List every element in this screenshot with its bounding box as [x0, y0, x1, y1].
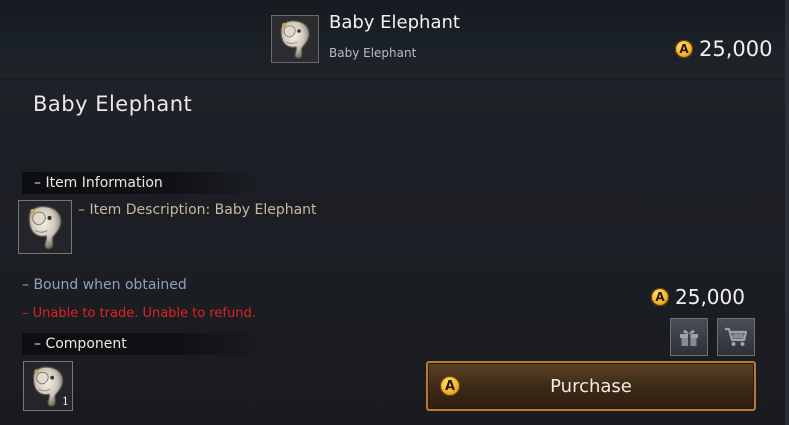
item-info-slot [18, 200, 72, 254]
header-item-slot [271, 15, 319, 63]
elephant-mask-icon [28, 205, 62, 250]
header-price: A 25,000 [675, 37, 772, 61]
gift-button[interactable] [670, 318, 708, 356]
header-price-value: 25,000 [699, 37, 773, 61]
purchase-price: A 25,000 [651, 285, 745, 309]
currency-coin-icon: A [651, 288, 669, 306]
item-name: Baby Elephant [33, 92, 193, 116]
purchase-button[interactable]: A Purchase [426, 361, 756, 411]
component-heading: – Component [22, 333, 262, 355]
add-to-cart-button[interactable] [717, 318, 755, 356]
purchase-button-label: Purchase [550, 375, 632, 397]
component-quantity: 1 [62, 395, 69, 408]
item-information-heading: – Item Information [22, 172, 262, 194]
currency-coin-icon: A [675, 40, 693, 58]
purchase-price-value: 25,000 [675, 285, 745, 309]
elephant-mask-icon [280, 20, 310, 59]
header-subtitle: Baby Elephant [329, 46, 417, 60]
gift-icon [680, 330, 698, 346]
component-slot[interactable]: 1 [23, 361, 73, 411]
trade-restriction-notice: – Unable to trade. Unable to refund. [22, 306, 256, 321]
header-title: Baby Elephant [329, 12, 460, 33]
cart-icon [725, 327, 748, 346]
item-header: Baby Elephant Baby Elephant A 25,000 [0, 0, 785, 79]
item-description: – Item Description: Baby Elephant [78, 202, 317, 218]
shop-item-panel: Baby Elephant Baby Elephant A 25,000 Bab… [0, 0, 789, 425]
bound-notice: – Bound when obtained [22, 277, 187, 293]
